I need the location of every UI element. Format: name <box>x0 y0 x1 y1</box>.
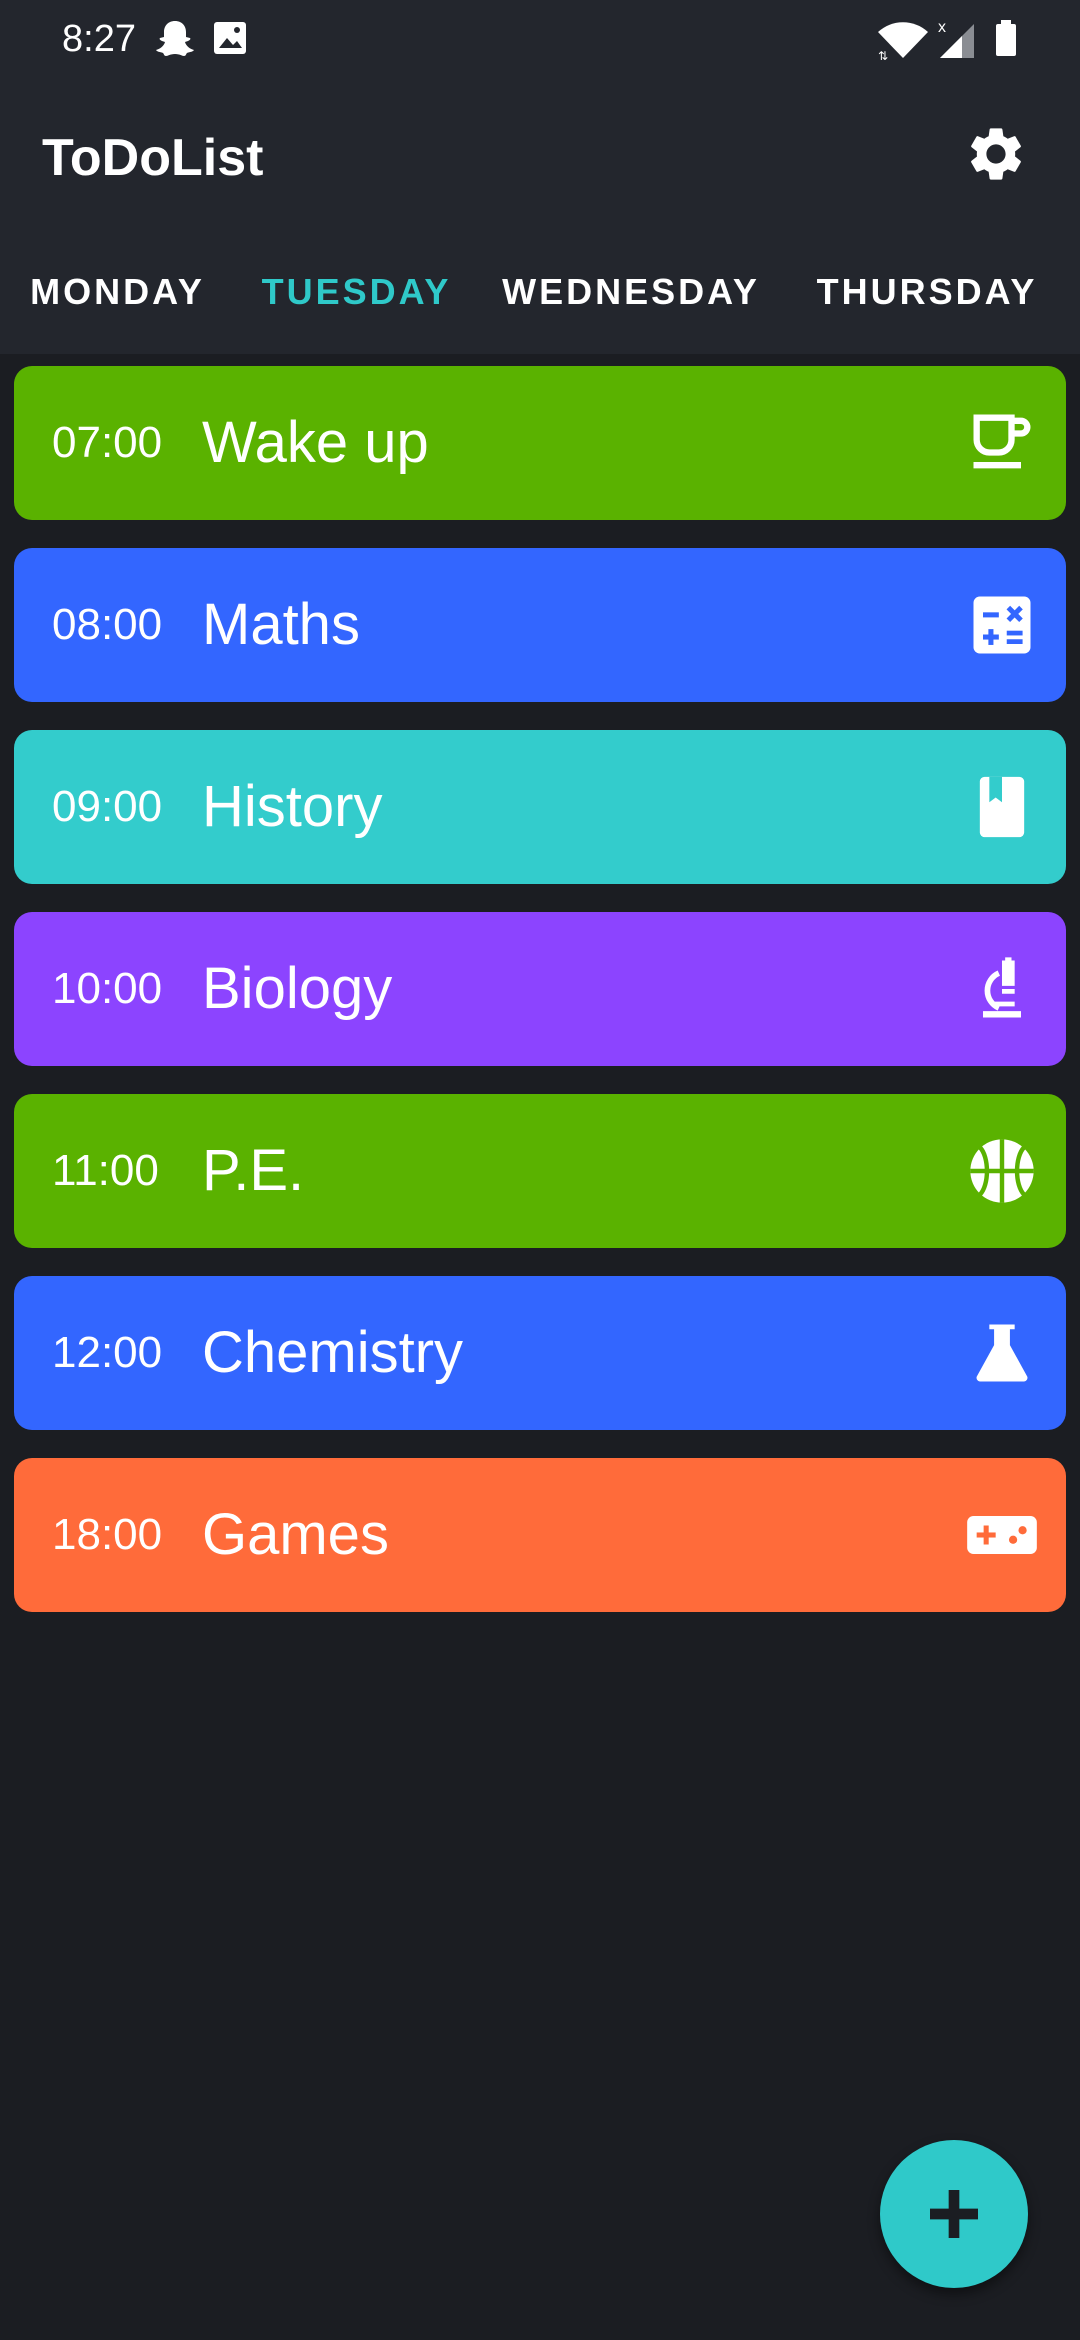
task-title: History <box>202 774 383 839</box>
task-card-history[interactable]: 09:00 History <box>14 730 1066 884</box>
task-card-biology[interactable]: 10:00 Biology <box>14 912 1066 1066</box>
svg-text:x: x <box>938 19 946 36</box>
microscope-icon <box>983 957 1021 1018</box>
task-time: 08:00 <box>52 600 163 649</box>
battery-icon <box>996 20 1016 56</box>
tab-wednesday[interactable]: WEDNESDAY <box>488 256 774 354</box>
task-card-pe[interactable]: 11:00 P.E. <box>14 1094 1066 1248</box>
settings-button[interactable] <box>964 122 1028 186</box>
image-icon <box>214 22 246 54</box>
calculator-icon <box>973 596 1031 654</box>
snapchat-icon <box>156 21 194 56</box>
task-title: Wake up <box>202 410 429 475</box>
task-time: 10:00 <box>52 964 163 1013</box>
day-tabs: MONDAY TUESDAY WEDNESDAY THURSDAY <box>0 256 1080 432</box>
svg-text:⇅: ⇅ <box>878 49 888 60</box>
flask-icon <box>976 1324 1028 1382</box>
add-task-button[interactable] <box>880 2140 1028 2288</box>
task-list: 07:00 Wake up 08:00 Maths 09:00 History … <box>14 366 1066 1640</box>
task-title: Chemistry <box>202 1320 464 1385</box>
task-time: 12:00 <box>52 1328 163 1377</box>
tab-thursday[interactable]: THURSDAY <box>794 256 1060 354</box>
basketball-icon <box>970 1139 1034 1203</box>
gamepad-icon <box>967 1516 1037 1554</box>
task-card-games[interactable]: 18:00 Games <box>14 1458 1066 1612</box>
status-time: 8:27 <box>62 18 136 60</box>
tab-tuesday[interactable]: TUESDAY <box>235 256 478 354</box>
signal-icon: x <box>938 19 974 58</box>
task-card-wake-up[interactable]: 07:00 Wake up <box>14 366 1066 520</box>
task-time: 18:00 <box>52 1510 163 1559</box>
task-title: P.E. <box>202 1138 305 1203</box>
task-title: Games <box>202 1502 389 1567</box>
plus-icon <box>930 2190 978 2238</box>
task-time: 07:00 <box>52 418 163 467</box>
task-time: 11:00 <box>52 1146 159 1195</box>
tab-monday[interactable]: MONDAY <box>0 256 235 354</box>
status-bar: 8:27 ⇅ x <box>0 0 1080 78</box>
app-bar: ToDoList MONDAY TUESDAY WEDNESDAY THURSD… <box>0 78 1080 432</box>
coffee-icon <box>973 414 1031 469</box>
app-title: ToDoList <box>42 129 264 187</box>
gear-icon <box>971 128 1021 180</box>
task-time: 09:00 <box>52 782 163 831</box>
task-title: Maths <box>202 592 360 657</box>
book-icon <box>979 776 1025 838</box>
task-title: Biology <box>202 956 393 1021</box>
task-card-maths[interactable]: 08:00 Maths <box>14 548 1066 702</box>
wifi-icon: ⇅ <box>878 22 928 60</box>
task-card-chemistry[interactable]: 12:00 Chemistry <box>14 1276 1066 1430</box>
